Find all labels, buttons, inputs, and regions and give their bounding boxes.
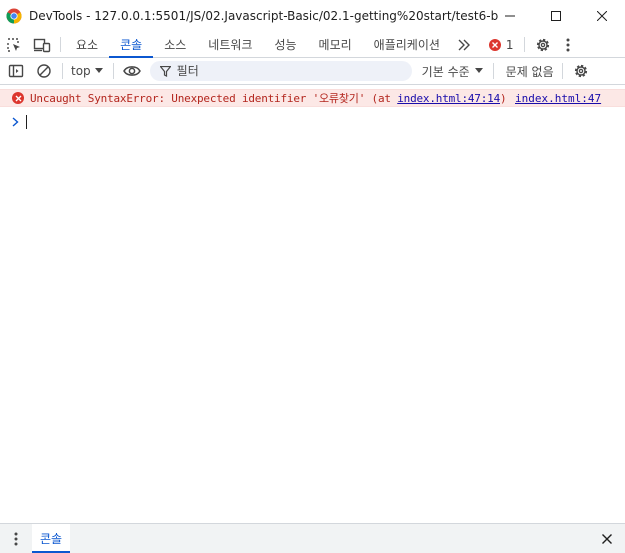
caret-down-icon: [94, 68, 103, 73]
context-selector[interactable]: top: [67, 64, 109, 78]
maximize-icon: [551, 11, 561, 21]
toolbar-divider: [62, 63, 63, 79]
filter-icon: [159, 65, 171, 77]
title-bar: DevTools - 127.0.0.1:5501/JS/02.Javascri…: [0, 0, 625, 32]
gear-icon: [574, 64, 587, 78]
toolbar-divider: [523, 37, 525, 52]
gear-icon: [536, 38, 549, 51]
close-window-button[interactable]: [579, 0, 625, 32]
filter-input[interactable]: [176, 64, 377, 78]
minimize-button[interactable]: [487, 0, 533, 32]
inspect-element-button[interactable]: [0, 32, 28, 57]
devtools-tab-bar: 요소 콘솔 소스 네트워크 성능 메모리 애플리케이션 1: [0, 32, 625, 58]
kebab-menu-icon: [566, 38, 570, 51]
drawer-menu-button[interactable]: [0, 524, 32, 553]
tab-performance[interactable]: 성능: [263, 32, 307, 57]
drawer-tab-console[interactable]: 콘솔: [32, 524, 71, 553]
toolbar-divider: [492, 63, 494, 79]
toolbar-divider: [112, 63, 114, 79]
console-prompt[interactable]: [0, 112, 625, 132]
toolbar-divider: [561, 63, 563, 79]
log-levels-dropdown[interactable]: 기본 수준: [422, 63, 483, 80]
clear-console-button[interactable]: [30, 58, 58, 84]
double-chevron-right-icon: [458, 39, 470, 50]
error-text: Uncaught SyntaxError: Unexpected identif…: [30, 90, 507, 106]
customize-menu-button[interactable]: [557, 32, 579, 57]
more-tabs-button[interactable]: [451, 32, 477, 57]
device-toggle-icon: [33, 38, 51, 52]
error-circle-icon: [488, 38, 501, 51]
settings-button[interactable]: [529, 32, 557, 57]
inspect-element-icon: [7, 37, 20, 52]
text-cursor: [26, 115, 27, 129]
tab-elements[interactable]: 요소: [65, 32, 109, 57]
error-count: 1: [505, 37, 514, 52]
tab-memory[interactable]: 메모리: [308, 32, 363, 57]
error-suffix: ): [500, 92, 507, 105]
error-circle-icon: [12, 92, 24, 104]
console-settings-button[interactable]: [567, 58, 595, 84]
error-location-link[interactable]: index.html:47:14: [397, 92, 500, 105]
kebab-menu-icon: [14, 532, 18, 545]
window-title: DevTools - 127.0.0.1:5501/JS/02.Javascri…: [29, 9, 499, 23]
sidebar-toggle-icon: [8, 64, 24, 78]
clear-icon: [37, 64, 51, 78]
caret-down-icon: [474, 68, 483, 73]
tab-application[interactable]: 애플리케이션: [363, 32, 451, 57]
error-count-badge[interactable]: 1: [488, 32, 514, 57]
error-source-link[interactable]: index.html:47: [515, 92, 601, 105]
window-controls: [487, 0, 625, 32]
show-sidebar-button[interactable]: [2, 58, 30, 84]
eye-icon: [122, 66, 141, 76]
console-output[interactable]: Uncaught SyntaxError: Unexpected identif…: [0, 86, 625, 523]
context-value: top: [71, 64, 91, 78]
tab-console[interactable]: 콘솔: [109, 32, 154, 58]
console-error-message: Uncaught SyntaxError: Unexpected identif…: [0, 89, 625, 107]
console-toolbar: top 기본 수준 문제 없음: [0, 58, 625, 85]
log-levels-label: 기본 수준: [421, 64, 470, 79]
live-expression-button[interactable]: [118, 58, 146, 84]
tab-network[interactable]: 네트워크: [197, 32, 263, 57]
chrome-logo-icon: [6, 8, 22, 24]
maximize-button[interactable]: [533, 0, 579, 32]
prompt-chevron-icon: [12, 117, 22, 127]
tab-sources[interactable]: 소스: [153, 32, 197, 57]
close-drawer-button[interactable]: [597, 524, 617, 553]
error-prefix: Uncaught SyntaxError: Unexpected identif…: [30, 92, 398, 105]
drawer-bar: 콘솔: [0, 523, 625, 553]
close-icon: [597, 11, 607, 21]
minimize-icon: [505, 15, 515, 17]
device-toolbar-button[interactable]: [28, 32, 56, 57]
issues-counter[interactable]: 문제 없음: [506, 63, 554, 80]
filter-box[interactable]: [149, 61, 412, 81]
close-icon: [602, 533, 612, 544]
toolbar-divider: [60, 37, 61, 52]
